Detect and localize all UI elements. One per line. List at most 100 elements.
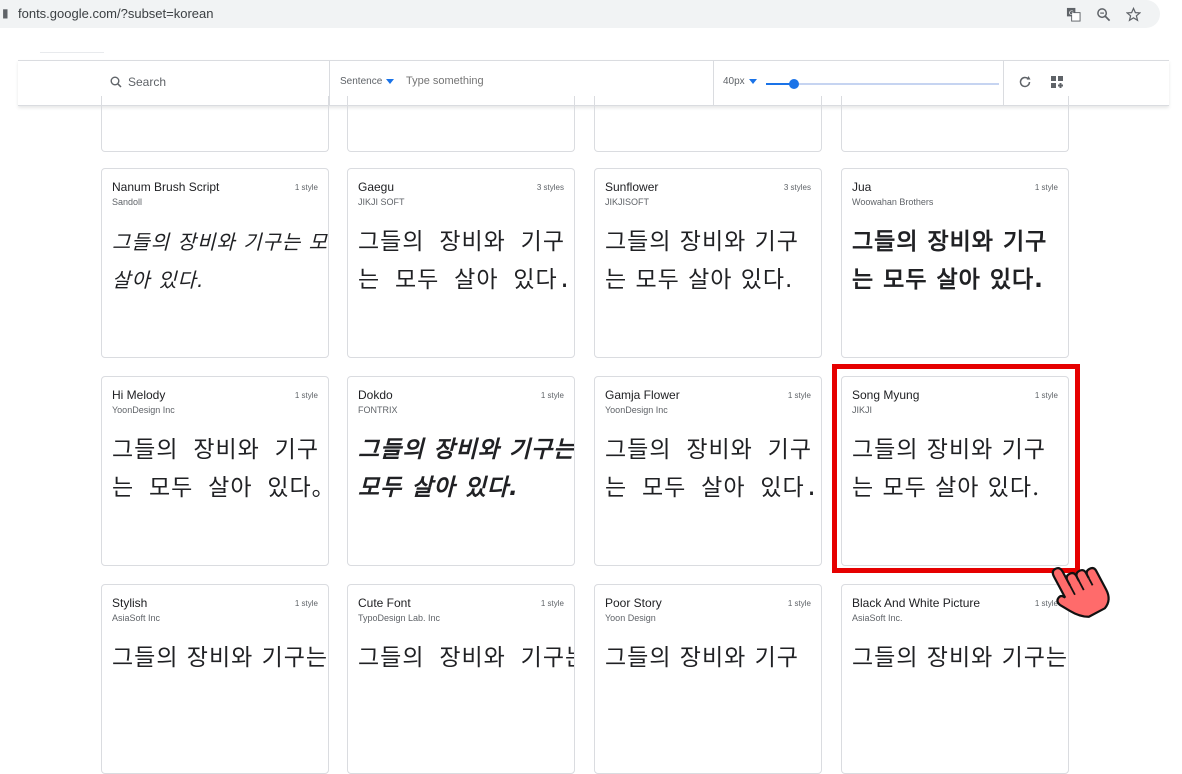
font-name[interactable]: Jua (852, 180, 871, 194)
preview-line: 그들의 장비와 기구는 (358, 437, 575, 463)
chevron-down-icon (386, 79, 395, 84)
font-preview-text: 그들의 장비와 기구 는 모두 살아 있다. (852, 223, 1062, 299)
font-preview-text: 그들의 장비와 기구는 (112, 639, 329, 677)
font-preview-text: 그들의 장비와 기구 는 모두 살아 있다. (605, 223, 815, 299)
font-card-partial[interactable] (594, 96, 822, 152)
font-name[interactable]: Black And White Picture (852, 596, 980, 610)
font-author: Sandoll (112, 197, 143, 207)
font-size-label: 40px (723, 76, 745, 87)
font-card-partial[interactable] (841, 96, 1069, 152)
divider (329, 61, 330, 105)
font-author: YoonDesign Inc (112, 405, 175, 415)
preview-line: 모두 살아 있다. (358, 475, 519, 501)
style-count: 1 style (787, 599, 811, 608)
font-name[interactable]: Hi Melody (112, 388, 165, 402)
search-placeholder[interactable]: Search (128, 75, 166, 89)
font-preview-text: 그들의 장비와 기구는 (852, 639, 1069, 677)
address-bar[interactable]: ▮ fonts.google.com/?subset=korean G (0, 0, 1160, 28)
grid-view-button[interactable] (1050, 75, 1064, 94)
font-author: Woowahan Brothers (852, 197, 934, 207)
preview-line: 그들의 장비와 기구는 모두 (112, 230, 329, 254)
preview-line: 는 모두 살아 있다. (358, 267, 573, 293)
preview-text-input[interactable] (404, 74, 708, 88)
font-author: YoonDesign Inc (605, 405, 668, 415)
style-count: 1 style (294, 391, 318, 400)
font-card[interactable]: Jua Woowahan Brothers 1 style 그들의 장비와 기구 는 모… (841, 168, 1069, 358)
font-card-partial[interactable] (347, 96, 575, 152)
font-preview-text: 그들의 장비와 기구는모두 살아 있다. (358, 431, 575, 507)
pointer-hand-icon (1048, 545, 1138, 628)
reset-button[interactable] (1018, 75, 1032, 94)
font-author: JIKJISOFT (605, 197, 650, 207)
translate-icon[interactable]: G (1064, 5, 1082, 23)
font-name[interactable]: Stylish (112, 596, 147, 610)
font-name[interactable]: Gamja Flower (605, 388, 680, 402)
font-preview-text: 그들의 장비와 기구는 모두 (358, 639, 574, 677)
bookmark-star-icon[interactable] (1124, 5, 1142, 23)
font-size-slider[interactable] (766, 79, 999, 89)
font-card[interactable]: Dokdo FONTRIX 1 style 그들의 장비와 기구는모두 살아 있다. (347, 376, 575, 566)
font-preview-text: 그들의 장비와 기구는 모두살아 있다. (112, 223, 329, 299)
preview-line: 그들의 장비와 기구 (358, 229, 565, 255)
style-count: 1 style (294, 599, 318, 608)
style-count: 1 style (540, 599, 564, 608)
font-preview-text: 그들의 장비와 기구 는 모두 살아 있다。 (112, 431, 328, 507)
style-count: 3 styles (783, 183, 811, 192)
url-text[interactable]: fonts.google.com/?subset=korean (18, 6, 214, 21)
font-size-dropdown[interactable]: 40px (723, 76, 757, 87)
zoom-icon[interactable] (1094, 5, 1112, 23)
style-count: 1 style (540, 391, 564, 400)
font-name[interactable]: Nanum Brush Script (112, 180, 219, 194)
font-author: FONTRIX (358, 405, 398, 415)
preview-line: 그들의 장비와 기구 (605, 645, 799, 671)
font-name[interactable]: Dokdo (358, 388, 393, 402)
search-icon (110, 76, 122, 88)
font-author: AsiaSoft Inc (112, 613, 161, 623)
font-card-partial[interactable] (101, 96, 329, 152)
preview-line: 그들의 장비와 기구는 (852, 645, 1069, 671)
preview-line: 는 모두 살아 있다. (605, 475, 820, 501)
style-count: 1 style (1034, 183, 1058, 192)
highlight-box (832, 364, 1080, 573)
font-name[interactable]: Poor Story (605, 596, 662, 610)
font-card[interactable]: Gamja Flower YoonDesign Inc 1 style 그들의 장비와… (594, 376, 822, 566)
font-preview-text: 그들의 장비와 기구 (605, 639, 815, 677)
font-author: JIKJI SOFT (358, 197, 405, 207)
preview-line: 살아 있다. (112, 268, 205, 292)
sentence-label: Sentence (340, 76, 383, 87)
font-card[interactable]: Black And White Picture AsiaSoft Inc. 1 st… (841, 584, 1069, 774)
font-name[interactable]: Cute Font (358, 596, 411, 610)
style-count: 1 style (787, 391, 811, 400)
style-count: 3 styles (536, 183, 564, 192)
font-name[interactable]: Gaegu (358, 180, 394, 194)
font-card[interactable]: Nanum Brush Script Sandoll 1 style 그들의 장비와 … (101, 168, 329, 358)
preview-line: 그들의 장비와 기구 (112, 437, 319, 463)
font-card[interactable]: Gaegu JIKJI SOFT 3 styles 그들의 장비와 기구는 모두 살아… (347, 168, 575, 358)
font-card[interactable]: Sunflower JIKJISOFT 3 styles 그들의 장비와 기구 는 모두… (594, 168, 822, 358)
font-card[interactable]: Stylish AsiaSoft Inc 1 style 그들의 장비와 기구는 (101, 584, 329, 774)
page-info-icon[interactable]: ▮ (2, 6, 9, 20)
preview-line: 는 모두 살아 있다. (852, 267, 1044, 293)
font-card[interactable]: Hi Melody YoonDesign Inc 1 style 그들의 장비와 기구… (101, 376, 329, 566)
grid-view-icon (1051, 76, 1063, 88)
font-name[interactable]: Sunflower (605, 180, 658, 194)
slider-thumb[interactable] (788, 79, 799, 89)
preview-line: 그들의 장비와 기구는 모두 (358, 645, 574, 671)
font-preview-text: 그들의 장비와 기구는 모두 살아 있다. (358, 223, 573, 299)
font-card[interactable]: Poor Story Yoon Design 1 style 그들의 장비와 기구 (594, 584, 822, 774)
svg-text:G: G (1068, 8, 1073, 16)
font-author: Yoon Design (605, 613, 656, 623)
style-count: 1 style (294, 183, 318, 192)
preview-line: 그들의 장비와 기구 (605, 437, 812, 463)
font-author: TypoDesign Lab. Inc (358, 613, 441, 623)
refresh-icon (1019, 76, 1031, 88)
sentence-dropdown[interactable]: Sentence (340, 76, 395, 87)
chevron-down-icon (748, 79, 757, 84)
preview-line: 는 모두 살아 있다. (605, 267, 794, 293)
font-preview-text: 그들의 장비와 기구는 모두 살아 있다. (605, 431, 820, 507)
font-author: AsiaSoft Inc. (852, 613, 903, 623)
preview-line: 그들의 장비와 기구는 (112, 645, 329, 671)
divider (40, 52, 104, 53)
font-card[interactable]: Cute Font TypoDesign Lab. Inc 1 style 그들의 장… (347, 584, 575, 774)
search-field[interactable]: Search (110, 75, 166, 89)
